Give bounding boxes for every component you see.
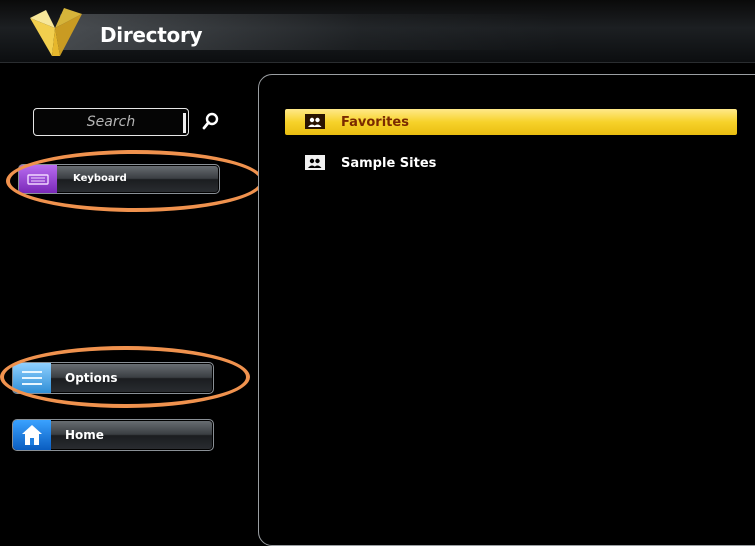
folder-people-icon xyxy=(305,114,325,129)
list-item-label: Sample Sites xyxy=(341,156,437,171)
search-input[interactable]: Search xyxy=(33,108,189,136)
page-title: Directory xyxy=(100,23,203,47)
list-item-label: Favorites xyxy=(341,115,409,130)
keyboard-label: Keyboard xyxy=(73,173,127,184)
directory-logo-icon xyxy=(30,8,82,56)
text-cursor xyxy=(183,113,186,133)
search-icon[interactable] xyxy=(202,112,220,130)
content-panel xyxy=(258,74,755,546)
home-icon xyxy=(13,420,51,450)
keyboard-button[interactable]: Keyboard xyxy=(18,164,220,194)
options-icon xyxy=(13,363,51,393)
folder-people-icon xyxy=(305,155,325,170)
home-label: Home xyxy=(65,428,104,442)
list-item-favorites[interactable]: Favorites xyxy=(285,109,737,135)
list-item-sample-sites[interactable]: Sample Sites xyxy=(285,150,737,176)
search-placeholder: Search xyxy=(86,114,136,130)
options-label: Options xyxy=(65,371,118,385)
home-button[interactable]: Home xyxy=(12,419,214,451)
options-button[interactable]: Options xyxy=(12,362,214,394)
keyboard-icon xyxy=(19,165,57,193)
